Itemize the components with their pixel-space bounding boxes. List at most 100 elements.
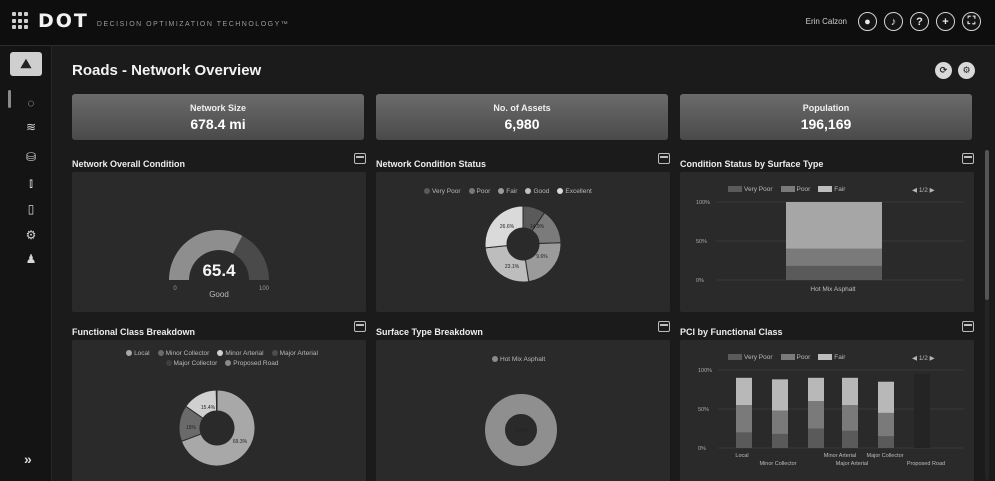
bar-very-poor (842, 430, 858, 448)
surface-condition-chart: 100% 50% 0% Hot Mix Asphalt (696, 200, 964, 293)
title-actions: ⟳ ⚙ (935, 62, 975, 79)
refresh-icon[interactable]: ⟳ (935, 62, 952, 79)
slice-label: 69.3% (233, 439, 248, 445)
table-view-icon[interactable] (354, 321, 366, 332)
bar-fair (842, 377, 858, 406)
brand[interactable]: DOT DECISION OPTIMIZATION TECHNOLOGY™ (12, 10, 289, 32)
layers-icon[interactable]: ≋ (24, 120, 38, 134)
user-icon[interactable]: ♟ (24, 252, 38, 266)
bar-very-poor (786, 265, 882, 280)
table-view-icon[interactable] (658, 153, 670, 164)
panel-title: Network Overall Condition (72, 159, 186, 169)
page-title: Roads - Network Overview (72, 62, 262, 79)
plus-icon[interactable]: + (936, 12, 955, 31)
x-tick: Local (735, 453, 748, 459)
panel-body: Very Poor Poor Fair ◀ 1/2 ▶ 100% 50% 0% … (680, 340, 974, 481)
user-icon[interactable]: ● (858, 12, 877, 31)
brand-tagline: DECISION OPTIMIZATION TECHNOLOGY™ (96, 20, 290, 28)
bar-fair (772, 379, 788, 411)
expand-sidebar-button[interactable]: » (24, 451, 32, 467)
gauge-status: Good (209, 290, 229, 299)
y-tick: 100% (696, 200, 710, 206)
active-indicator (8, 90, 11, 108)
table-view-icon[interactable] (354, 153, 366, 164)
kpi-assets: No. of Assets 6,980 (376, 94, 668, 140)
bar-very-poor (878, 436, 894, 448)
panel-body: Very Poor Poor Fair ◀ 1/2 ▶ 100% 50% 0% … (680, 172, 974, 312)
bar-poor (878, 412, 894, 437)
road-icon[interactable]: ⛰ (10, 52, 42, 76)
help-icon[interactable]: ? (910, 12, 929, 31)
bar-fair (786, 202, 882, 249)
table-view-icon[interactable] (658, 321, 670, 332)
bar-very-poor (808, 428, 824, 448)
panel-title: Network Condition Status (376, 159, 486, 169)
gear-icon[interactable]: ⚙ (958, 62, 975, 79)
panel-body: Very Poor Poor Fair Good Excellent 26.6%… (376, 172, 670, 312)
user-name[interactable]: Erin Calzon (806, 17, 847, 26)
app-grid-icon (12, 12, 30, 30)
gauge-value: 65.4 (202, 261, 236, 280)
fullscreen-icon[interactable]: ⛶ (962, 12, 981, 31)
slice-label: 26.6% (500, 224, 515, 230)
panel-body: Local Minor Collector Minor Arterial Maj… (72, 340, 366, 481)
bar-poor (842, 405, 858, 431)
x-tick: Minor Arterial (824, 453, 856, 459)
gauge-max: 100 (259, 286, 270, 292)
kpi-label: Network Size (189, 103, 247, 113)
bar-poor (808, 401, 824, 429)
bar-poor (736, 405, 752, 433)
condition-donut: 26.6% 14.9% 23.1% 9.6% (484, 205, 562, 283)
slice-label: 14.9% (530, 224, 545, 230)
bar-poor (786, 248, 882, 266)
bar-empty (914, 374, 930, 448)
top-bar: DOT DECISION OPTIMIZATION TECHNOLOGY™ Er… (0, 0, 995, 46)
x-tick: Major Arterial (836, 461, 868, 467)
dashboard-icon[interactable]: ◌ (24, 96, 38, 110)
slice-label: 15% (186, 425, 197, 431)
settings-icon[interactable]: ⚙ (24, 228, 38, 242)
slice-label: 23.1% (505, 264, 520, 270)
bar-poor (772, 410, 788, 434)
bar-very-poor (772, 433, 788, 448)
slice-label: 9.6% (536, 254, 548, 260)
x-tick: Proposed Road (907, 461, 945, 467)
kpi-value: 678.4 mi (190, 116, 246, 132)
kpi-label: No. of Assets (493, 103, 551, 113)
y-tick: 50% (696, 239, 707, 245)
kpi-population: Population 196,169 (680, 94, 972, 140)
panel-title: Functional Class Breakdown (72, 327, 196, 337)
surface-type-donut: 100% (485, 394, 557, 466)
donut-slice-fair (524, 242, 562, 283)
bar-chart-icon[interactable]: ⫾ (24, 176, 38, 190)
bar-very-poor (736, 432, 752, 448)
panel-title: Condition Status by Surface Type (680, 159, 824, 169)
gauge-min: 0 (173, 286, 177, 292)
scrollbar[interactable] (985, 150, 989, 480)
kpi-network-size: Network Size 678.4 mi (72, 94, 364, 140)
slice-label: 15.4% (201, 405, 216, 411)
x-tick: Major Collector (867, 453, 904, 459)
y-tick: 50% (698, 407, 709, 413)
sidebar: ⛰ ◌ ≋ ⛁ ⫾ ▯ ⚙ ♟ » (0, 46, 52, 481)
scrollbar-thumb[interactable] (985, 150, 989, 300)
table-view-icon[interactable] (962, 321, 974, 332)
bell-icon[interactable]: ♪ (884, 12, 903, 31)
panel-body: Hot Mix Asphalt 100% (376, 340, 670, 481)
y-tick: 0% (698, 446, 706, 452)
bar-fair (878, 381, 894, 413)
panel-body: 65.4 Good 0 100 (72, 172, 366, 312)
x-tick: Minor Collector (760, 461, 797, 467)
user-bar: Erin Calzon ● ♪ ? + ⛶ (806, 12, 981, 31)
database-icon[interactable]: ⛁ (24, 150, 38, 164)
panel-title: PCI by Functional Class (680, 327, 783, 337)
brand-logo: DOT (38, 10, 89, 32)
table-view-icon[interactable] (962, 153, 974, 164)
kpi-value: 6,980 (504, 116, 540, 132)
y-tick: 100% (698, 368, 712, 374)
kpi-value: 196,169 (800, 116, 852, 132)
book-icon[interactable]: ▯ (24, 202, 38, 216)
functional-donut: 15.4% 15% 69.3% (178, 389, 256, 467)
bar-fair (736, 377, 752, 406)
slice-label: 100% (515, 428, 528, 434)
